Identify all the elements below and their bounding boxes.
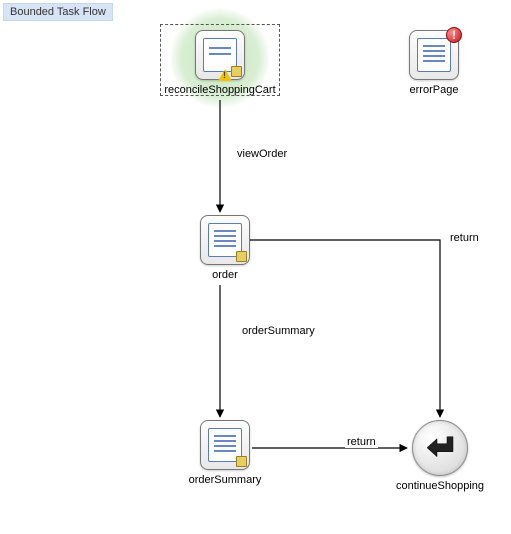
node-label: order — [195, 269, 255, 281]
page-badge-icon — [231, 66, 242, 77]
node-continue-shopping[interactable]: continueShopping — [390, 420, 490, 492]
error-badge-icon: ! — [446, 27, 462, 43]
view-activity-icon — [195, 30, 245, 80]
edge-label-order-summary: orderSummary — [240, 325, 317, 337]
node-order-summary[interactable]: orderSummary — [182, 420, 268, 486]
node-order[interactable]: order — [195, 215, 255, 281]
node-error-page[interactable]: ! errorPage — [399, 30, 469, 96]
page-badge-icon — [236, 251, 247, 262]
return-arrow-icon — [425, 434, 455, 460]
node-reconcile-shopping-cart[interactable]: reconcileShoppingCart — [160, 30, 280, 96]
taskflow-return-icon — [412, 420, 468, 476]
view-activity-icon: ! — [409, 30, 459, 80]
node-label: orderSummary — [182, 474, 268, 486]
warning-badge-icon — [218, 69, 232, 81]
view-activity-icon — [200, 420, 250, 470]
edge-label-return-from-summary: return — [345, 436, 378, 448]
diagram-title: Bounded Task Flow — [3, 3, 113, 21]
node-label: errorPage — [399, 84, 469, 96]
node-label: continueShopping — [390, 480, 490, 492]
view-activity-icon — [200, 215, 250, 265]
edge-label-view-order: viewOrder — [235, 148, 289, 160]
edge-label-return-from-order: return — [448, 232, 481, 244]
node-label: reconcileShoppingCart — [160, 84, 280, 96]
page-badge-icon — [236, 456, 247, 467]
